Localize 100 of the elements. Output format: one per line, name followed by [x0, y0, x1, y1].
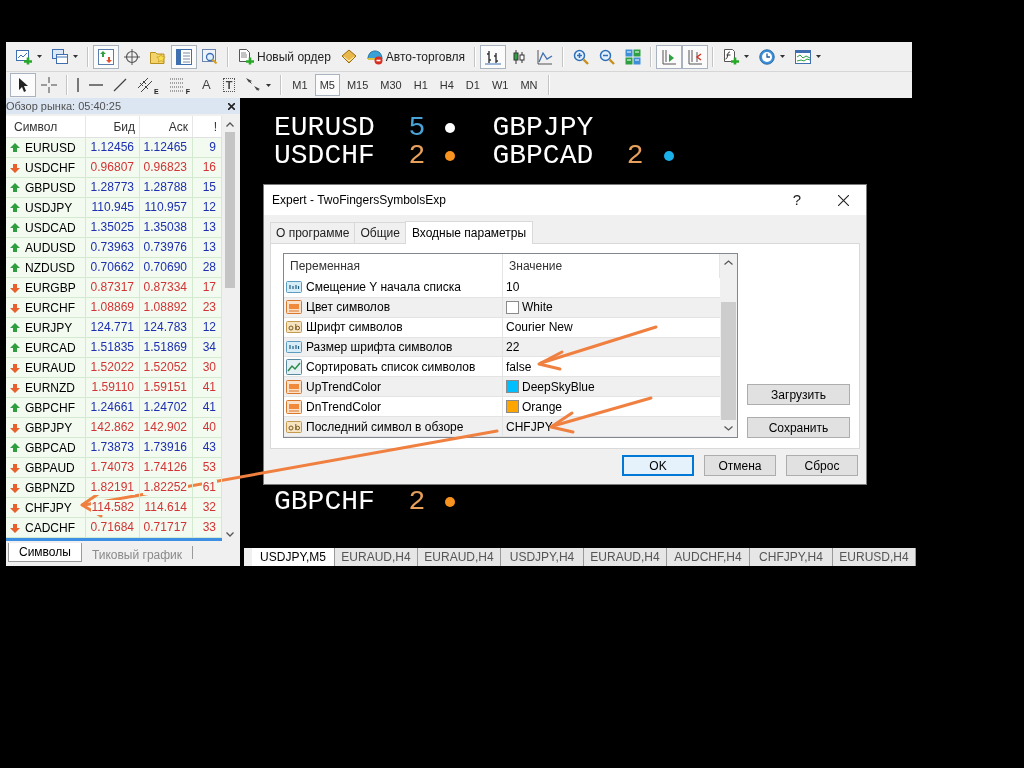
parameter-name[interactable]: Размер шрифта символов	[306, 337, 453, 356]
dialog-button[interactable]: OK	[622, 455, 694, 476]
function-plus-icon	[723, 48, 740, 65]
parameter-name[interactable]: Цвет символов	[306, 298, 390, 317]
auto-scroll-button[interactable]	[656, 44, 683, 69]
new-order-button[interactable]: Новый ордер	[233, 44, 336, 69]
parameter-name[interactable]: UpTrendColor	[306, 377, 381, 396]
parameter-name[interactable]: Смещение Y начала списка	[306, 278, 461, 297]
chart-plus-icon	[16, 48, 32, 65]
table-cell: 12	[193, 198, 222, 217]
dome-stop-icon	[366, 48, 383, 65]
bars-tile-icon	[286, 338, 302, 355]
tab[interactable]: EURAUD,H4	[335, 548, 418, 566]
line-chart-icon	[537, 48, 554, 65]
dialog-button[interactable]: Сохранить	[747, 417, 850, 438]
list-window-icon	[176, 48, 192, 65]
tab[interactable]: USDJPY,M5	[252, 548, 335, 566]
tab[interactable]: EURAUD,H4	[418, 548, 501, 566]
help-button[interactable]: ?	[774, 185, 820, 215]
table-cell: 41	[193, 398, 222, 417]
axis-shift-icon	[687, 48, 704, 65]
dialog-button[interactable]: Загрузить	[747, 384, 850, 405]
count-label: 2	[408, 142, 426, 170]
crosshair-icon	[41, 77, 57, 93]
auto-trading-button[interactable]: Авто-торговля	[361, 44, 471, 69]
parameter-name[interactable]: Шрифт символов	[306, 318, 403, 337]
cursor-button[interactable]	[10, 73, 36, 97]
scrollbar-thumb[interactable]	[721, 302, 736, 420]
terminal-button[interactable]	[171, 44, 197, 69]
magnifier-window-icon	[202, 48, 218, 65]
table-cell: 61	[193, 478, 222, 497]
parameter-value[interactable]: Courier New	[506, 318, 573, 337]
curve-tile-icon	[286, 358, 302, 375]
parameter-name[interactable]: Сортировать список символов	[306, 357, 476, 376]
tab[interactable]: CHFJPY,H4	[750, 548, 833, 566]
parameter-name[interactable]: Последний символ в обзоре	[306, 417, 464, 436]
chart-shift-button[interactable]	[682, 44, 709, 69]
column-header[interactable]: Аск	[140, 116, 193, 137]
dialog-button[interactable]: Отмена	[704, 455, 776, 476]
document-plus-icon	[238, 48, 254, 65]
letters-tile-icon	[286, 319, 302, 336]
bars-button[interactable]	[480, 44, 507, 69]
panel-title: Обзор рынка: 05:40:25	[6, 99, 122, 114]
chart-symbol-label: GBPCAD	[492, 142, 594, 170]
scroll-down-icon	[226, 531, 234, 537]
parameter-value[interactable]: Orange	[522, 397, 563, 416]
timeframe-button[interactable]: M30	[375, 74, 407, 96]
chart-symbol-label: EURUSD	[274, 114, 375, 142]
column-header[interactable]: Бид	[86, 116, 140, 137]
tab[interactable]: Входные параметры	[404, 221, 534, 244]
chart-symbol-label: USDCHF	[274, 142, 375, 170]
tab[interactable]: EURUSD,H4	[833, 548, 916, 566]
tiles-icon	[625, 48, 642, 65]
text-button[interactable]: A	[194, 73, 218, 97]
tab[interactable]: AUDCHF,H4	[667, 548, 750, 566]
diagonal-line-icon	[113, 78, 127, 92]
candlestick-icon	[511, 48, 528, 65]
framed-tile-icon	[286, 378, 302, 395]
timeframe-button[interactable]: M5	[314, 74, 340, 96]
timeframe-button[interactable]: H1	[408, 74, 433, 96]
parameter-value[interactable]: 22	[506, 337, 520, 356]
framed-tile-icon	[286, 299, 302, 316]
axis-play-icon	[661, 48, 678, 65]
tab[interactable]: USDJPY,H4	[501, 548, 584, 566]
close-icon	[227, 102, 235, 110]
arrows-icon	[245, 77, 262, 93]
table-cell: 17	[193, 278, 222, 297]
bars-tile-icon	[286, 279, 302, 296]
timeframe-button[interactable]: M15	[341, 74, 374, 96]
crosshair-circle-icon	[124, 48, 140, 65]
scrollbar-thumb[interactable]	[225, 132, 235, 288]
tab[interactable]: О программе	[270, 222, 356, 243]
parameter-value[interactable]: DeepSkyBlue	[522, 377, 595, 396]
scroll-up-icon	[226, 121, 234, 127]
parameter-value[interactable]: false	[506, 357, 532, 376]
timeframe-button[interactable]: H4	[434, 74, 459, 96]
parameter-value[interactable]: CHFJPY	[506, 417, 553, 436]
parameter-value[interactable]: 10	[506, 278, 520, 297]
wave-window-icon	[795, 48, 812, 65]
tab[interactable]: EURAUD,H4	[584, 548, 667, 566]
dialog-button[interactable]: Сброс	[786, 455, 858, 476]
letters-tile-icon	[286, 418, 302, 435]
clock-icon	[759, 48, 776, 65]
timeframe-button[interactable]: D1	[460, 74, 485, 96]
timeframe-button[interactable]: M1	[287, 74, 313, 96]
timeframe-button[interactable]: W1	[486, 74, 514, 96]
arrows-window-icon	[98, 48, 114, 65]
column-header[interactable]: Символ	[6, 116, 86, 137]
scroll-down-icon	[724, 426, 733, 431]
text-label-button[interactable]: T	[217, 73, 241, 97]
close-button[interactable]	[225, 100, 237, 112]
tab[interactable]: Общие	[354, 222, 406, 243]
column-header[interactable]: Переменная	[284, 254, 503, 278]
timeframe-button[interactable]: MN	[515, 74, 543, 96]
channel-icon	[137, 77, 153, 93]
parameter-name[interactable]: DnTrendColor	[306, 397, 381, 416]
rhombus-icon	[340, 48, 357, 65]
parameter-value[interactable]: White	[522, 298, 553, 317]
tab[interactable]: Символы	[8, 543, 82, 562]
market-watch-button[interactable]	[93, 44, 119, 69]
